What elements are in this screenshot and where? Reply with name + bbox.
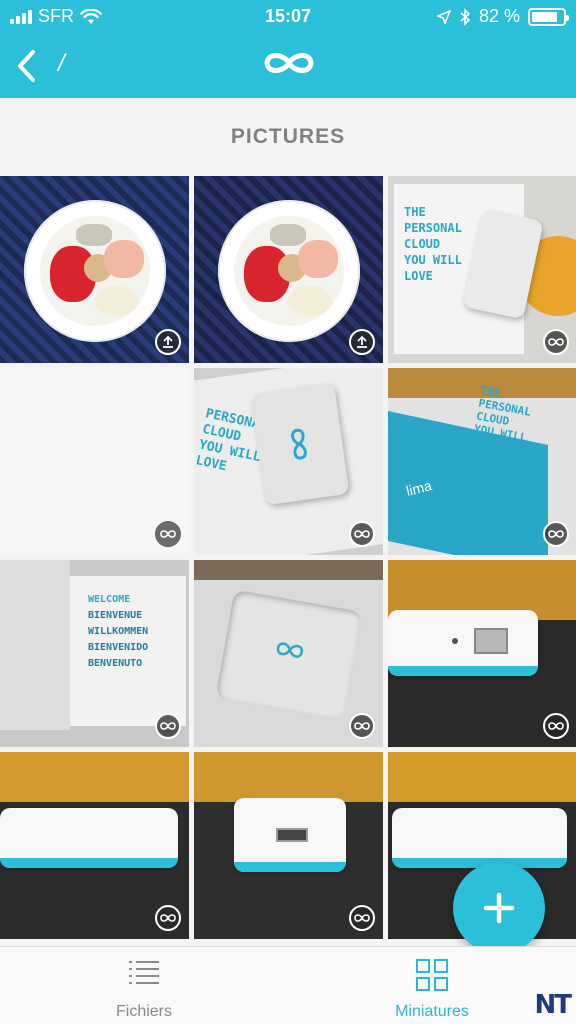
infinity-icon xyxy=(349,521,375,547)
tab-miniatures[interactable]: Miniatures xyxy=(288,947,576,1024)
banana-shape xyxy=(288,286,332,316)
infinity-icon xyxy=(155,521,181,547)
welcome-line: BIENVENUE xyxy=(88,610,143,621)
welcome-line: BENVENUTO xyxy=(88,658,143,669)
photo-device xyxy=(0,808,178,868)
device-stripe xyxy=(388,666,538,676)
thumbnail-tile[interactable] xyxy=(194,752,383,939)
tab-label: Miniatures xyxy=(395,1003,469,1020)
add-button[interactable] xyxy=(453,862,545,954)
thumbnail-tile[interactable] xyxy=(0,176,189,363)
slogan-line: CLOUD xyxy=(404,237,441,251)
infinity-logo-icon xyxy=(291,428,307,460)
thumbnail-tile[interactable]: lima THE PERSONAL CLOUD YOU WILL LOVE xyxy=(388,368,576,555)
slogan-line: YOU WILL xyxy=(404,253,462,267)
welcome-line: WELCOME xyxy=(88,594,131,605)
thumbnail-tile[interactable] xyxy=(0,752,189,939)
infinity-icon xyxy=(155,905,181,931)
photo-box-slogan: THE PERSONAL CLOUD YOU WILL LOVE xyxy=(404,204,462,284)
grid-icon xyxy=(416,959,448,991)
battery-percent: 82 % xyxy=(478,6,520,26)
slogan-line: LOVE xyxy=(404,269,433,283)
infinity-icon xyxy=(543,329,569,355)
photo-device xyxy=(388,610,538,676)
thumbnail-tile[interactable] xyxy=(194,560,383,747)
photo-box-flap xyxy=(0,560,70,730)
bowl-contents xyxy=(40,216,150,326)
infinity-icon xyxy=(543,713,569,739)
device-led xyxy=(452,638,458,644)
photo-background xyxy=(0,752,189,802)
infinity-icon xyxy=(155,713,181,739)
welcome-line: BIENVENIDO xyxy=(88,642,149,653)
welcome-line: WILLKOMMEN xyxy=(88,626,149,637)
thumbnail-tile[interactable]: WELCOME BIENVENUE WILLKOMMEN BIENVENIDO … xyxy=(0,560,189,747)
thumbnail-grid: THE PERSONAL CLOUD YOU WILL LOVE PERSONA… xyxy=(0,176,576,946)
nav-bar: / xyxy=(0,38,576,94)
peach-shape xyxy=(104,240,144,278)
photo-background xyxy=(194,752,383,802)
infinity-icon xyxy=(349,905,375,931)
device-stripe xyxy=(0,858,178,868)
bottom-tab-bar: Fichiers Miniatures NT xyxy=(0,946,576,1024)
current-path[interactable]: / xyxy=(58,50,65,78)
photo-background xyxy=(388,752,576,802)
status-bar: SFR 15:07 82 % xyxy=(0,0,576,34)
slogan-line: THE xyxy=(404,205,426,219)
chevron-left-icon xyxy=(18,50,35,82)
photo-device xyxy=(234,798,346,872)
infinity-logo-icon xyxy=(264,53,314,73)
thumbnail-tile[interactable]: PERSONAL CLOUD YOU WILL LOVE xyxy=(194,368,383,555)
device-stripe xyxy=(234,862,346,872)
back-button[interactable] xyxy=(8,46,44,86)
list-icon xyxy=(129,961,159,984)
photo-box-slogan: THE PERSONAL CLOUD YOU WILL LOVE xyxy=(471,384,534,457)
bluetooth-icon xyxy=(460,7,471,26)
upload-icon xyxy=(349,329,375,355)
location-arrow-icon xyxy=(436,9,451,24)
photo-device xyxy=(392,808,567,868)
photo-background xyxy=(194,560,383,580)
ethernet-port xyxy=(474,628,508,654)
infinity-logo-icon xyxy=(276,642,303,658)
status-right: 82 % xyxy=(436,6,569,27)
thumbnail-tile[interactable]: THE PERSONAL CLOUD YOU WILL LOVE xyxy=(388,176,576,363)
plus-icon xyxy=(483,892,515,924)
tab-label: Fichiers xyxy=(115,1003,172,1020)
infinity-icon xyxy=(543,521,569,547)
oats-shape xyxy=(270,224,306,246)
watermark-logo: NT xyxy=(534,990,572,1020)
photo-box-cutout xyxy=(215,589,363,721)
bowl-shape xyxy=(218,200,360,342)
bowl-contents xyxy=(234,216,344,326)
welcome-text: WELCOME BIENVENUE WILLKOMMEN BIENVENIDO … xyxy=(88,592,148,672)
thumbnail-tile[interactable] xyxy=(388,560,576,747)
tab-fichiers[interactable]: Fichiers xyxy=(0,947,288,1024)
battery-level xyxy=(532,11,557,22)
oats-shape xyxy=(76,224,112,246)
app-header: SFR 15:07 82 % / xyxy=(0,0,576,98)
banana-shape xyxy=(94,286,138,316)
battery-icon xyxy=(528,7,569,26)
thumbnail-tile[interactable] xyxy=(194,176,383,363)
slogan-line: PERSONAL xyxy=(404,221,462,235)
upload-icon xyxy=(155,329,181,355)
photo-card xyxy=(250,382,350,506)
bowl-shape xyxy=(24,200,166,342)
infinity-icon xyxy=(349,713,375,739)
peach-shape xyxy=(298,240,338,278)
section-title: PICTURES xyxy=(230,125,346,148)
usb-port xyxy=(276,828,308,842)
thumbnail-tile[interactable] xyxy=(0,368,189,555)
